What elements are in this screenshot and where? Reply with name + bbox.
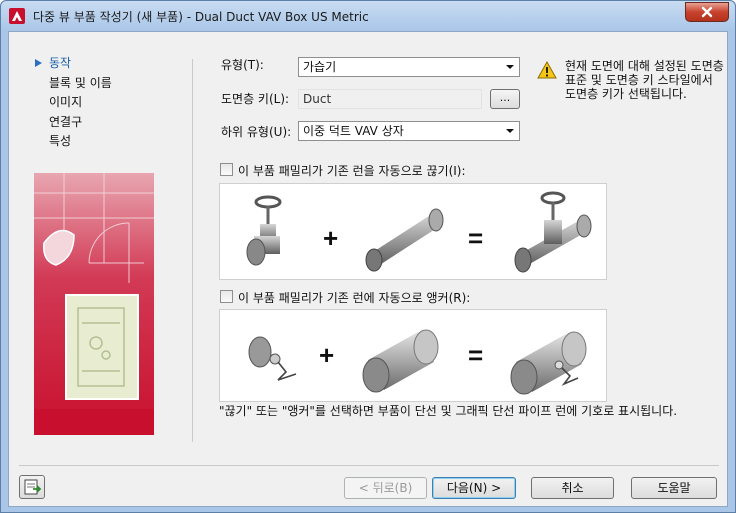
layer-key-value: Duct <box>303 92 332 106</box>
plus-symbol: + <box>319 340 334 370</box>
type-value: 가습기 <box>303 60 337 74</box>
break-preview-panel: + = <box>219 183 607 280</box>
nav-item-properties[interactable]: 특성 <box>23 132 112 152</box>
subtype-dropdown[interactable]: 이중 덕트 VAV 상자 <box>298 121 520 141</box>
subtype-label: 하위 유형(U): <box>221 125 292 139</box>
dialog-body: 동작 블록 및 이름 이미지 연결구 특성 유형(T): 가습기 도면층 키(L… <box>8 31 728 507</box>
nav-item-label: 특성 <box>49 134 72 148</box>
valve-shape <box>246 195 282 266</box>
nav-item-label: 이미지 <box>49 95 83 109</box>
plus-symbol: + <box>323 223 338 253</box>
button-divider <box>19 465 719 466</box>
valve-in-pipe-shape <box>514 191 592 273</box>
export-icon <box>24 479 42 495</box>
duct-cylinder-shape <box>362 329 439 393</box>
break-anchor-note: "끊기" 또는 "앵커"를 선택하면 부품이 단선 및 그래픽 단선 파이프 런… <box>219 404 678 418</box>
equals-symbol: = <box>468 340 483 370</box>
auto-break-checkbox[interactable] <box>220 163 233 176</box>
auto-anchor-label: 이 부품 패밀리가 기존 런에 자동으로 앵커(R): <box>238 291 471 305</box>
nav-item-behavior[interactable]: 동작 <box>23 54 112 74</box>
anchor-preview-panel: + = <box>219 309 607 402</box>
anchor-preview-illustration: + = <box>248 329 587 395</box>
layer-key-info-text: 현재 도면에 대해 설정된 도면층 표준 및 도면층 키 스타일에서 도면층 키… <box>565 59 724 101</box>
close-button[interactable] <box>685 2 729 22</box>
wizard-illustration <box>34 173 154 435</box>
type-label: 유형(T): <box>221 58 264 72</box>
nav-item-label: 연결구 <box>49 114 83 129</box>
break-preview-illustration: + = <box>246 191 592 273</box>
close-icon <box>701 6 713 18</box>
catalog-export-button[interactable] <box>19 475 45 499</box>
app-logo-icon <box>9 8 25 24</box>
subtype-value: 이중 덕트 VAV 상자 <box>303 124 404 138</box>
nav-item-block-name[interactable]: 블록 및 이름 <box>23 74 112 94</box>
auto-anchor-checkbox[interactable] <box>220 290 233 303</box>
nav-item-connectors[interactable]: 연결구 <box>23 113 112 133</box>
current-step-arrow-icon <box>35 59 42 67</box>
cancel-button[interactable]: 취소 <box>531 477 614 499</box>
window-title: 다중 뷰 부품 작성기 (새 부품) - Dual Duct VAV Box U… <box>33 10 369 24</box>
warning-icon <box>537 61 557 79</box>
title-bar[interactable]: 다중 뷰 부품 작성기 (새 부품) - Dual Duct VAV Box U… <box>1 1 735 31</box>
duct-with-hanger-shape <box>510 331 587 395</box>
nav-item-label: 블록 및 이름 <box>49 75 112 90</box>
nav-item-image[interactable]: 이미지 <box>23 93 112 113</box>
layer-key-field: Duct <box>298 89 482 109</box>
vertical-divider <box>192 59 193 442</box>
type-dropdown[interactable]: 가습기 <box>298 57 520 77</box>
next-button[interactable]: 다음(N) > <box>432 477 516 499</box>
dialog-window: 다중 뷰 부품 작성기 (새 부품) - Dual Duct VAV Box U… <box>0 0 736 513</box>
back-button[interactable]: < 뒤로(B) <box>344 477 427 499</box>
equals-symbol: = <box>468 223 483 253</box>
layer-key-label: 도면층 키(L): <box>221 92 290 106</box>
layer-key-browse-button[interactable]: ... <box>490 89 520 109</box>
auto-break-label: 이 부품 패밀리가 기존 런을 자동으로 끊기(I): <box>238 164 466 178</box>
chevron-down-icon <box>506 65 514 69</box>
nav-item-label: 동작 <box>49 56 72 70</box>
pipe-shape <box>365 208 444 272</box>
wizard-nav: 동작 블록 및 이름 이미지 연결구 특성 <box>23 54 112 152</box>
hanger-shape <box>248 336 297 381</box>
chevron-down-icon <box>506 129 514 133</box>
help-button[interactable]: 도움말 <box>631 477 717 499</box>
